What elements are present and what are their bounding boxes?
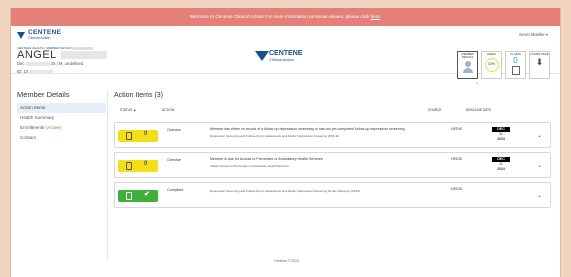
deadline-date: DEC 31 2024 xyxy=(492,127,510,141)
measure-text: Depression Screening and Follow-Up for A… xyxy=(210,189,361,193)
user-name: Kevin Mueller xyxy=(519,32,545,37)
center-logo: CENTENE Clinical Action xyxy=(255,49,302,63)
enrollment-status: (Active) xyxy=(45,125,62,130)
redacted-text xyxy=(29,69,54,74)
action-text: Member has either no record of a follow-… xyxy=(210,127,405,131)
announcement-banner: Welcome to Centene Clinical Action! For … xyxy=(11,8,560,26)
sidebar-item-contact[interactable]: Contact xyxy=(17,133,106,143)
table-row[interactable]: ✔ Compliant Depression Screening and Fol… xyxy=(114,182,551,208)
tile-label: HEDIS xyxy=(487,52,496,56)
column-status[interactable]: STATUS ▲ xyxy=(120,108,136,112)
table-row[interactable]: 0 Overdue Member has either no record of… xyxy=(114,122,551,148)
table-header: STATUS ▲ ACTION SOURCE DEADLINE DATE xyxy=(108,108,556,120)
chevron-down-icon[interactable]: ⌄ xyxy=(537,162,542,169)
sidebar-title: Member Details xyxy=(17,90,70,99)
centene-logo-icon xyxy=(255,49,269,63)
source-text: HEDIS xyxy=(451,157,462,161)
center-brand-name: CENTENE xyxy=(269,50,303,57)
sidebar-item-enrollments[interactable]: Enrollments (Active) xyxy=(17,123,106,133)
action-cell: Member has either no record of a follow-… xyxy=(210,127,450,138)
hedis-donut-icon: 33% xyxy=(484,58,499,72)
sidebar-item-action-items[interactable]: Action Items xyxy=(17,103,106,113)
summary-tiles: MEMBER DETAILS HEDIS 33% CLAIMS 0 COVER … xyxy=(457,51,550,79)
banner-link[interactable]: here xyxy=(371,14,380,19)
member-id: ID: 10 xyxy=(17,69,54,74)
centene-logo-icon xyxy=(17,31,26,40)
source-text: HEDIS xyxy=(451,187,462,191)
tile-cover-page[interactable]: COVER PAGE ⬇ xyxy=(529,51,550,79)
status-badge: ✔ xyxy=(118,190,158,202)
collapse-header-icon[interactable]: ^ xyxy=(476,81,478,86)
sidebar-item-health-summary[interactable]: Health Summary xyxy=(17,113,106,123)
tile-member-details[interactable]: MEMBER DETAILS xyxy=(457,51,478,79)
measure-text: Adults' Access to Preventive or Ambulato… xyxy=(210,164,289,168)
action-cell: Depression Screening and Follow-Up for A… xyxy=(210,187,450,193)
action-cell: Member is due for Access to Preventive o… xyxy=(210,157,450,168)
status-text: Overdue xyxy=(167,158,181,162)
status-count: 0 xyxy=(144,161,148,167)
chevron-down-icon[interactable]: ⌄ xyxy=(537,132,542,139)
member-name: ANGEL xyxy=(17,49,107,61)
avatar-icon xyxy=(462,61,474,73)
claims-count: 0 xyxy=(513,56,518,65)
tile-label: MEMBER DETAILS xyxy=(461,52,474,59)
column-source[interactable]: SOURCE xyxy=(428,108,442,112)
measure-text: Depression Screening and Follow-Up for A… xyxy=(210,134,339,138)
status-badge: 0 xyxy=(118,160,158,172)
redacted-text xyxy=(25,61,50,66)
sidebar: Member Details Action Items Health Summa… xyxy=(17,90,106,143)
center-brand-subtitle: Clinical Action xyxy=(269,57,294,62)
column-action[interactable]: ACTION xyxy=(162,108,174,112)
tile-hedis[interactable]: HEDIS 33% xyxy=(481,51,502,79)
redacted-text xyxy=(60,51,107,60)
source-text: HEDIS xyxy=(451,127,462,131)
clipboard-icon xyxy=(126,132,132,140)
status-text: Compliant xyxy=(167,188,184,192)
status-count: 0 xyxy=(144,131,148,137)
check-icon: ✔ xyxy=(144,191,150,198)
member-dob: Dec 25 | M, undefined xyxy=(17,61,84,66)
user-menu[interactable]: Kevin Mueller ▾ xyxy=(519,32,548,37)
column-deadline[interactable]: DEADLINE DATE xyxy=(466,108,491,112)
download-icon: ⬇ xyxy=(535,57,544,67)
page-title: Action Items (3) xyxy=(114,92,164,99)
footer: Centene © 2024 xyxy=(274,259,299,263)
status-badge: 0 xyxy=(118,130,158,142)
brand-subtitle: Clinical Action xyxy=(28,36,51,40)
action-text: Member is due for Access to Preventive o… xyxy=(210,157,323,161)
action-items-panel: Action Items (3) STATUS ▲ ACTION SOURCE … xyxy=(107,90,556,260)
chevron-down-icon[interactable]: ⌄ xyxy=(537,192,542,199)
header: CENTENE Clinical Action Kevin Mueller ▾ … xyxy=(11,26,560,86)
clipboard-icon xyxy=(126,162,132,170)
chevron-down-icon: ▾ xyxy=(545,32,548,37)
document-icon xyxy=(511,66,520,75)
brand-logo[interactable]: CENTENE Clinical Action xyxy=(17,29,61,40)
deadline-date: DEC 31 2024 xyxy=(492,157,510,171)
tile-label: COVER PAGE xyxy=(530,52,549,56)
banner-text: Welcome to Centene Clinical Action! For … xyxy=(189,14,371,19)
status-text: Overdue xyxy=(167,128,181,132)
clipboard-icon xyxy=(126,192,132,200)
app-frame: Welcome to Centene Clinical Action! For … xyxy=(10,8,561,277)
tile-claims[interactable]: CLAIMS 0 xyxy=(505,51,526,79)
table-row[interactable]: 0 Overdue Member is due for Access to Pr… xyxy=(114,152,551,178)
